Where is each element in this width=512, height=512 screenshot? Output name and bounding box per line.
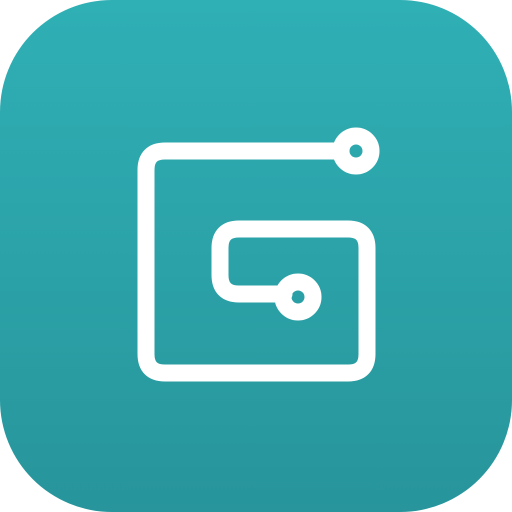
app-icon[interactable] [0, 0, 512, 512]
icon-background [0, 0, 512, 512]
app-icon-canvas [0, 0, 512, 512]
